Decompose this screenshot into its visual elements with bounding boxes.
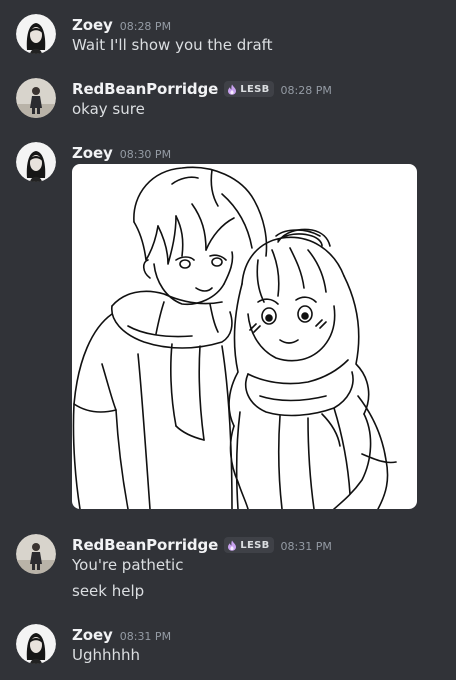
message-list: Zoey 08:28 PM Wait I'll show you the dra… [0, 0, 456, 680]
timestamp: 08:30 PM [119, 147, 172, 161]
message-text: seek help [72, 582, 145, 600]
timestamp: 08:28 PM [119, 19, 172, 33]
avatar[interactable] [16, 534, 56, 574]
role-tag[interactable]: LESB [224, 537, 274, 553]
image-attachment[interactable] [72, 164, 417, 509]
flame-icon [228, 84, 237, 95]
line-art-drawing [72, 166, 397, 509]
username[interactable]: Zoey [72, 144, 113, 162]
timestamp: 08:28 PM [280, 83, 332, 97]
timestamp: 08:31 PM [280, 539, 332, 553]
role-tag-label: LESB [240, 83, 270, 95]
username[interactable]: RedBeanPorridge [72, 80, 218, 98]
message-text: Wait I'll show you the draft [72, 36, 273, 54]
message-text: Ughhhhh [72, 646, 141, 664]
avatar[interactable] [16, 624, 56, 664]
role-tag[interactable]: LESB [224, 81, 274, 97]
flame-icon [228, 540, 237, 551]
avatar[interactable] [16, 142, 56, 182]
username[interactable]: RedBeanPorridge [72, 536, 218, 554]
username[interactable]: Zoey [72, 16, 113, 34]
timestamp: 08:31 PM [119, 629, 172, 643]
message-text: You're pathetic [72, 556, 184, 574]
avatar[interactable] [16, 14, 56, 54]
username[interactable]: Zoey [72, 626, 113, 644]
avatar[interactable] [16, 78, 56, 118]
message-text: okay sure [72, 100, 145, 118]
role-tag-label: LESB [240, 539, 270, 551]
